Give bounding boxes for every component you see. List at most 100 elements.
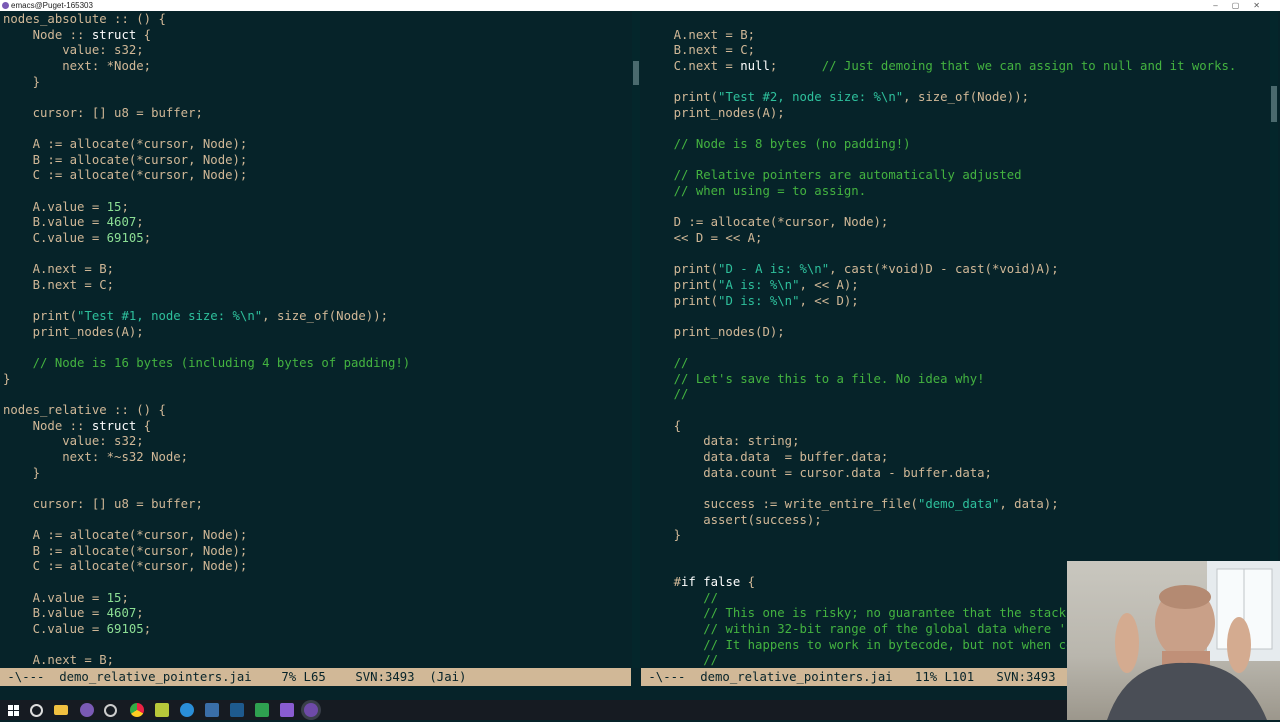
- left-code-line[interactable]: B := allocate(*cursor, Node);: [3, 544, 410, 560]
- left-code-line[interactable]: [3, 481, 410, 497]
- build-icon[interactable]: [155, 703, 169, 717]
- right-code-line[interactable]: [644, 340, 1236, 356]
- left-code-line[interactable]: Node :: struct {: [3, 419, 410, 435]
- window-title: emacs@Puget-165303: [11, 1, 93, 10]
- right-code-line[interactable]: [644, 200, 1236, 216]
- left-code-line[interactable]: A.next = B;: [3, 653, 410, 668]
- right-code-line[interactable]: {: [644, 419, 1236, 435]
- left-scrollbar[interactable]: [632, 11, 640, 668]
- left-code-line[interactable]: A := allocate(*cursor, Node);: [3, 137, 410, 153]
- right-code-line[interactable]: B.next = C;: [644, 43, 1236, 59]
- left-code-line[interactable]: cursor: [] u8 = buffer;: [3, 497, 410, 513]
- left-code-line[interactable]: [3, 387, 410, 403]
- left-code-line[interactable]: nodes_relative :: () {: [3, 403, 410, 419]
- right-code-line[interactable]: [644, 12, 1236, 28]
- settings-icon[interactable]: [104, 704, 117, 717]
- emacs-active-icon[interactable]: [304, 703, 318, 717]
- right-code-line[interactable]: print("D - A is: %\n", cast(*void)D - ca…: [644, 262, 1236, 278]
- left-code-line[interactable]: print("Test #1, node size: %\n", size_of…: [3, 309, 410, 325]
- right-code-line[interactable]: // Relative pointers are automatically a…: [644, 168, 1236, 184]
- browser-icon[interactable]: [180, 703, 194, 717]
- left-code-line[interactable]: C := allocate(*cursor, Node);: [3, 559, 410, 575]
- left-code-line[interactable]: B.value = 4607;: [3, 215, 410, 231]
- left-scrollbar-thumb[interactable]: [633, 61, 639, 85]
- left-code-line[interactable]: B.next = C;: [3, 278, 410, 294]
- left-code-line[interactable]: [3, 90, 410, 106]
- left-code-line[interactable]: cursor: [] u8 = buffer;: [3, 106, 410, 122]
- left-code-line[interactable]: Node :: struct {: [3, 28, 410, 44]
- left-code-line[interactable]: }: [3, 372, 410, 388]
- search-icon[interactable]: [30, 704, 43, 717]
- left-code-line[interactable]: value: s32;: [3, 43, 410, 59]
- left-code-line[interactable]: nodes_absolute :: () {: [3, 12, 410, 28]
- right-code-line[interactable]: // Let's save this to a file. No idea wh…: [644, 372, 1236, 388]
- left-code-line[interactable]: C := allocate(*cursor, Node);: [3, 168, 410, 184]
- left-code-line[interactable]: A.value = 15;: [3, 200, 410, 216]
- right-code-line[interactable]: A.next = B;: [644, 28, 1236, 44]
- right-code-line[interactable]: print_nodes(D);: [644, 325, 1236, 341]
- chrome-icon[interactable]: [130, 703, 144, 717]
- file-explorer-icon[interactable]: [54, 705, 68, 715]
- right-code-line[interactable]: [644, 153, 1236, 169]
- right-code-line[interactable]: print("A is: %\n", << A);: [644, 278, 1236, 294]
- terminal-icon[interactable]: [205, 703, 219, 717]
- left-code-line[interactable]: [3, 247, 410, 263]
- right-code-line[interactable]: << D = << A;: [644, 231, 1236, 247]
- left-editor-pane[interactable]: nodes_absolute :: () { Node :: struct { …: [0, 11, 631, 668]
- left-code-line[interactable]: [3, 638, 410, 654]
- left-code-line[interactable]: A.next = B;: [3, 262, 410, 278]
- left-code-line[interactable]: }: [3, 75, 410, 91]
- right-code-line[interactable]: data: string;: [644, 434, 1236, 450]
- left-code-line[interactable]: A := allocate(*cursor, Node);: [3, 528, 410, 544]
- right-code-line[interactable]: }: [644, 528, 1236, 544]
- right-code-line[interactable]: [644, 75, 1236, 91]
- right-code-line[interactable]: // Node is 8 bytes (no padding!): [644, 137, 1236, 153]
- left-code-line[interactable]: }: [3, 466, 410, 482]
- right-code-line[interactable]: [644, 309, 1236, 325]
- left-code-line[interactable]: [3, 294, 410, 310]
- emacs-app-icon: [2, 2, 9, 9]
- right-code-line[interactable]: //: [644, 387, 1236, 403]
- left-code-line[interactable]: next: *Node;: [3, 59, 410, 75]
- right-code-line[interactable]: // when using = to assign.: [644, 184, 1236, 200]
- left-code-line[interactable]: [3, 575, 410, 591]
- right-code-line[interactable]: C.next = null; // Just demoing that we c…: [644, 59, 1237, 75]
- right-code-line[interactable]: [644, 247, 1236, 263]
- window-controls[interactable]: –▢✕: [1213, 0, 1274, 11]
- webcam-overlay: [1067, 561, 1280, 720]
- right-code-line[interactable]: data.count = cursor.data - buffer.data;: [644, 466, 1236, 482]
- visual-studio-icon[interactable]: [280, 703, 294, 717]
- image-viewer-icon[interactable]: [230, 703, 244, 717]
- right-code-line[interactable]: //: [644, 356, 1236, 372]
- spreadsheet-icon[interactable]: [255, 703, 269, 717]
- left-code-line[interactable]: [3, 121, 410, 137]
- left-code-line[interactable]: A.value = 15;: [3, 591, 410, 607]
- right-code-line[interactable]: print_nodes(A);: [644, 106, 1236, 122]
- left-code-line[interactable]: B.value = 4607;: [3, 606, 410, 622]
- left-code-line[interactable]: [3, 184, 410, 200]
- left-code-line[interactable]: next: *~s32 Node;: [3, 450, 410, 466]
- left-code-line[interactable]: [3, 513, 410, 529]
- left-code-line[interactable]: // Node is 16 bytes (including 4 bytes o…: [3, 356, 411, 372]
- right-code-line[interactable]: D := allocate(*cursor, Node);: [644, 215, 1236, 231]
- right-code-line[interactable]: [644, 121, 1236, 137]
- right-code-line[interactable]: print("D is: %\n", << D);: [644, 294, 1236, 310]
- left-code-line[interactable]: [3, 340, 410, 356]
- left-code-line[interactable]: value: s32;: [3, 434, 410, 450]
- windows-start-icon[interactable]: [7, 703, 21, 717]
- right-code-line[interactable]: [644, 544, 1236, 560]
- right-scrollbar-thumb[interactable]: [1271, 86, 1277, 122]
- left-code-line[interactable]: C.value = 69105;: [3, 231, 410, 247]
- right-code-line[interactable]: success := write_entire_file("demo_data"…: [644, 497, 1236, 513]
- left-code-line[interactable]: B := allocate(*cursor, Node);: [3, 153, 410, 169]
- window-title-bar: emacs@Puget-165303 –▢✕: [0, 0, 1280, 11]
- left-code-buffer[interactable]: nodes_absolute :: () { Node :: struct { …: [3, 12, 410, 668]
- left-code-line[interactable]: C.value = 69105;: [3, 622, 410, 638]
- right-code-line[interactable]: [644, 481, 1236, 497]
- emacs-icon[interactable]: [80, 703, 94, 717]
- right-code-line[interactable]: print("Test #2, node size: %\n", size_of…: [644, 90, 1236, 106]
- right-code-line[interactable]: [644, 403, 1236, 419]
- right-code-line[interactable]: assert(success);: [644, 513, 1236, 529]
- left-code-line[interactable]: print_nodes(A);: [3, 325, 410, 341]
- right-code-line[interactable]: data.data = buffer.data;: [644, 450, 1236, 466]
